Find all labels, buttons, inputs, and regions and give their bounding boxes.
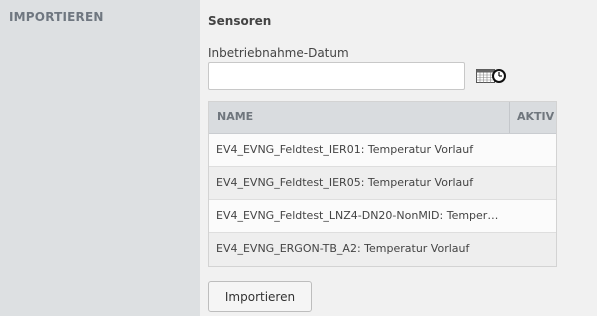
main-panel: Sensoren Inbetriebnahme-Datum NAME AKTIV…: [200, 0, 597, 316]
import-button[interactable]: Importieren: [208, 281, 312, 312]
sensor-table: NAME AKTIV EV4_EVNG_Feldtest_IER01: Temp…: [208, 101, 557, 267]
column-header-name[interactable]: NAME: [217, 110, 253, 123]
section-title: Sensoren: [208, 14, 272, 28]
table-header: NAME AKTIV: [209, 102, 556, 134]
table-row[interactable]: EV4_EVNG_Feldtest_IER01: Temperatur Vorl…: [209, 134, 556, 167]
sidebar: IMPORTIEREN: [0, 0, 200, 316]
sensor-name-cell: EV4_EVNG_ERGON-TB_A2: Temperatur Vorlauf: [216, 242, 470, 255]
table-row[interactable]: EV4_EVNG_Feldtest_IER05: Temperatur Vorl…: [209, 167, 556, 200]
column-header-aktiv[interactable]: AKTIV: [517, 110, 554, 123]
calendar-icon[interactable]: [476, 68, 506, 84]
sensor-name-cell: EV4_EVNG_Feldtest_IER05: Temperatur Vorl…: [216, 176, 474, 189]
date-input[interactable]: [208, 62, 465, 90]
sensor-name-cell: EV4_EVNG_Feldtest_IER01: Temperatur Vorl…: [216, 143, 474, 156]
sidebar-title[interactable]: IMPORTIEREN: [9, 10, 104, 24]
date-field-label: Inbetriebnahme-Datum: [208, 46, 349, 60]
sensor-name-cell: EV4_EVNG_Feldtest_LNZ4-DN20-NonMID: Temp…: [216, 209, 499, 222]
column-divider: [509, 102, 510, 133]
table-row[interactable]: EV4_EVNG_ERGON-TB_A2: Temperatur Vorlauf: [209, 233, 556, 266]
table-row[interactable]: EV4_EVNG_Feldtest_LNZ4-DN20-NonMID: Temp…: [209, 200, 556, 233]
